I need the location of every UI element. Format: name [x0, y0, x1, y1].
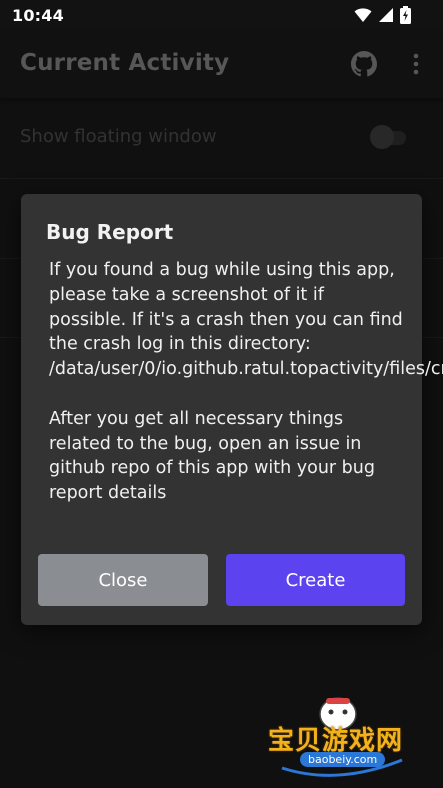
signal-icon — [379, 8, 393, 22]
dialog-message-paragraph: If you found a bug while using this app,… — [49, 260, 443, 380]
status-time: 10:44 — [12, 6, 64, 25]
watermark-url: baobeiy.com — [300, 752, 386, 767]
screen: 10:44 Current Activity Show floating win… — [0, 0, 443, 788]
battery-icon — [400, 6, 411, 24]
status-icons — [354, 6, 411, 24]
status-bar: 10:44 — [0, 0, 443, 30]
dialog-title: Bug Report — [46, 220, 174, 244]
dialog-message: If you found a bug while using this app,… — [49, 258, 443, 506]
create-button[interactable]: Create — [226, 554, 405, 606]
bug-report-dialog: Bug Report If you found a bug while usin… — [21, 194, 443, 625]
dialog-message-paragraph: After you get all necessary things relat… — [49, 408, 375, 504]
close-button[interactable]: Close — [38, 554, 208, 606]
watermark-logo: 宝贝游戏网 baobeiy.com — [262, 690, 422, 780]
wifi-icon — [354, 8, 372, 22]
